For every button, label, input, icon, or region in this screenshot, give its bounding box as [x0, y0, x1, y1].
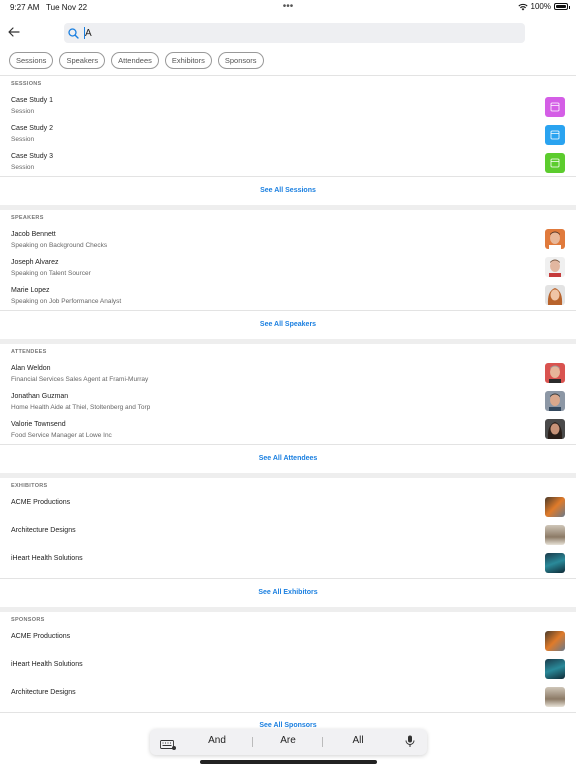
divider [252, 737, 253, 747]
multitasking-dots-icon[interactable]: ••• [283, 1, 294, 12]
chip-attendees[interactable]: Attendees [111, 52, 159, 69]
battery-icon [554, 3, 570, 10]
avatar [545, 229, 565, 249]
arrow-left-icon [8, 27, 20, 37]
speakers-section: SPEAKERS Jacob Bennett Speaking on Backg… [0, 210, 576, 344]
avatar [545, 257, 565, 277]
sponsor-logo-image [545, 687, 565, 707]
exhibitors-section: EXHIBITORS ACME Productions Architecture… [0, 478, 576, 612]
session-row[interactable]: Case Study 1 Session [0, 97, 576, 125]
see-all-exhibitors-link[interactable]: See All Exhibitors [0, 589, 576, 596]
divider [0, 176, 576, 177]
speaker-row[interactable]: Joseph Alvarez Speaking on Talent Source… [0, 257, 576, 287]
see-all-sessions-link[interactable]: See All Sessions [0, 187, 576, 194]
sessions-section: SESSIONS Case Study 1 Session Case Study… [0, 76, 576, 210]
divider [0, 444, 576, 445]
exhibitor-row[interactable]: ACME Productions [0, 497, 576, 527]
sponsor-row[interactable]: ACME Productions [0, 631, 576, 661]
attendee-row[interactable]: Alan Weldon Financial Services Sales Age… [0, 363, 576, 393]
divider [322, 737, 323, 747]
section-title: ATTENDEES [11, 349, 47, 355]
microphone-icon[interactable] [405, 735, 415, 753]
search-header [0, 18, 576, 48]
battery-percent: 100% [530, 2, 551, 11]
exhibitor-logo-image [545, 497, 565, 517]
keyboard-icon[interactable] [160, 737, 176, 755]
sponsor-logo-image [545, 631, 565, 651]
suggestion-and[interactable]: And [183, 735, 251, 746]
keyboard-suggestion-bar: And Are All [150, 729, 427, 755]
divider [0, 712, 576, 713]
see-all-speakers-link[interactable]: See All Speakers [0, 321, 576, 328]
exhibitor-logo-image [545, 553, 565, 573]
avatar [545, 363, 565, 383]
sponsor-logo-image [545, 659, 565, 679]
avatar [545, 419, 565, 439]
exhibitor-logo-image [545, 525, 565, 545]
chip-sessions[interactable]: Sessions [9, 52, 54, 69]
divider [0, 310, 576, 311]
text-cursor [84, 27, 85, 39]
back-button[interactable] [6, 24, 22, 40]
chip-exhibitors[interactable]: Exhibitors [164, 52, 212, 69]
search-icon [68, 26, 82, 40]
calendar-icon [545, 153, 565, 173]
section-title: EXHIBITORS [11, 483, 48, 489]
status-time-date: 9:27 AM Tue Nov 22 [10, 3, 88, 12]
avatar [545, 285, 565, 305]
calendar-icon [545, 125, 565, 145]
session-row[interactable]: Case Study 2 Session [0, 125, 576, 153]
chip-speakers[interactable]: Speakers [59, 52, 106, 69]
suggestion-all[interactable]: All [324, 735, 392, 746]
chip-sponsors[interactable]: Sponsors [217, 52, 264, 69]
search-input[interactable] [85, 27, 505, 39]
see-all-sponsors-link[interactable]: See All Sponsors [0, 722, 576, 729]
section-title: SESSIONS [11, 81, 42, 87]
see-all-attendees-link[interactable]: See All Attendees [0, 455, 576, 462]
suggestion-are[interactable]: Are [254, 735, 322, 746]
exhibitor-row[interactable]: Architecture Designs [0, 525, 576, 555]
sponsor-row[interactable]: iHeart Health Solutions [0, 659, 576, 689]
speaker-row[interactable]: Jacob Bennett Speaking on Background Che… [0, 229, 576, 259]
filter-chips: Sessions Speakers Attendees Exhibitors S… [9, 52, 264, 69]
section-title: SPONSORS [11, 617, 45, 623]
attendees-section: ATTENDEES Alan Weldon Financial Services… [0, 344, 576, 478]
home-indicator[interactable] [200, 760, 377, 764]
search-bar[interactable] [64, 23, 525, 43]
calendar-icon [545, 97, 565, 117]
section-title: SPEAKERS [11, 215, 44, 221]
avatar [545, 391, 565, 411]
sponsors-section: SPONSORS ACME Productions iHeart Health … [0, 612, 576, 732]
attendee-row[interactable]: Jonathan Guzman Home Health Aide at Thie… [0, 391, 576, 421]
divider [0, 578, 576, 579]
status-bar: 9:27 AM Tue Nov 22 ••• 100% [0, 0, 576, 14]
wifi-icon [517, 3, 528, 10]
